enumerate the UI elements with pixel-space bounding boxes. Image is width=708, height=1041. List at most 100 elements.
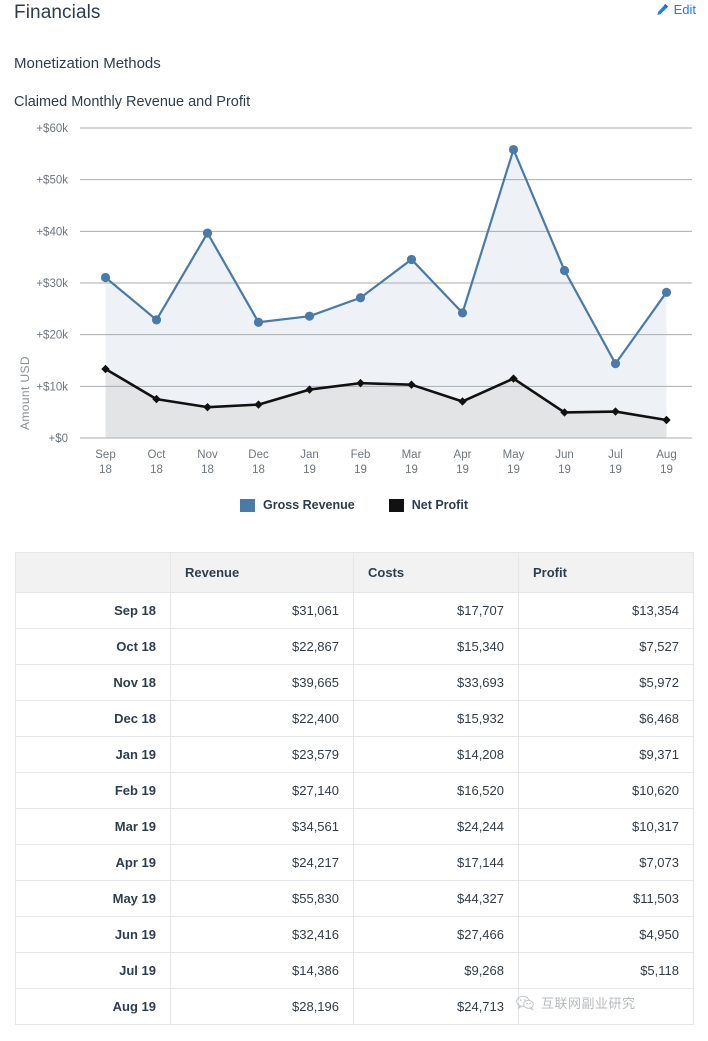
svg-text:Sep: Sep	[95, 449, 115, 461]
table-row: Mar 19 $34,561 $24,244 $10,317	[15, 808, 694, 845]
svg-text:+$20k: +$20k	[36, 330, 68, 342]
legend-swatch-gross-revenue	[240, 498, 256, 512]
table-row: Feb 19 $27,140 $16,520 $10,620	[15, 772, 694, 809]
cell-profit: $6,468	[518, 700, 694, 737]
row-label-month: Jun 19	[15, 916, 171, 953]
svg-text:19: 19	[609, 464, 622, 476]
pencil-icon	[656, 3, 669, 16]
cell-costs: $15,932	[353, 700, 519, 737]
svg-text:Mar: Mar	[402, 449, 422, 461]
row-label-month: Oct 18	[15, 628, 171, 665]
svg-text:+$0: +$0	[48, 433, 68, 445]
y-axis-label: Amount USD	[18, 356, 32, 431]
legend-item-gross-revenue[interactable]: Gross Revenue	[240, 498, 355, 512]
svg-text:Aug: Aug	[656, 449, 676, 461]
cell-costs: $24,713	[353, 988, 519, 1025]
legend-label-gross-revenue: Gross Revenue	[263, 498, 355, 512]
svg-text:+$40k: +$40k	[36, 226, 68, 238]
cell-costs: $24,244	[353, 808, 519, 845]
svg-text:Oct: Oct	[148, 449, 167, 461]
edit-label: Edit	[673, 2, 696, 17]
row-label-month: May 19	[15, 880, 171, 917]
cell-profit	[518, 988, 694, 1025]
table-header-row: Revenue Costs Profit	[15, 552, 694, 593]
svg-text:18: 18	[150, 464, 163, 476]
table-row: Aug 19 $28,196 $24,713	[15, 988, 694, 1025]
svg-text:18: 18	[201, 464, 214, 476]
table-row: Apr 19 $24,217 $17,144 $7,073	[15, 844, 694, 881]
cell-profit: $7,073	[518, 844, 694, 881]
cell-revenue: $34,561	[170, 808, 354, 845]
svg-text:+$30k: +$30k	[36, 278, 68, 290]
cell-revenue: $31,061	[170, 592, 354, 629]
svg-text:Nov: Nov	[197, 449, 218, 461]
edit-button[interactable]: Edit	[656, 2, 696, 17]
svg-text:+$50k: +$50k	[36, 175, 68, 187]
cell-revenue: $23,579	[170, 736, 354, 773]
cell-revenue: $24,217	[170, 844, 354, 881]
cell-profit: $10,620	[518, 772, 694, 809]
cell-revenue: $32,416	[170, 916, 354, 953]
column-header-month	[15, 552, 171, 593]
cell-costs: $44,327	[353, 880, 519, 917]
cell-profit: $13,354	[518, 592, 694, 629]
financials-page: Financials Edit Monetization Methods Cla…	[0, 0, 708, 1041]
cell-profit: $5,118	[518, 952, 694, 989]
svg-text:+$10k: +$10k	[36, 381, 68, 393]
svg-text:19: 19	[354, 464, 367, 476]
table-row: Jun 19 $32,416 $27,466 $4,950	[15, 916, 694, 953]
cell-revenue: $55,830	[170, 880, 354, 917]
cell-revenue: $22,867	[170, 628, 354, 665]
cell-profit: $9,371	[518, 736, 694, 773]
cell-revenue: $39,665	[170, 664, 354, 701]
table-row: Sep 18 $31,061 $17,707 $13,354	[15, 592, 694, 629]
row-label-month: Dec 18	[15, 700, 171, 737]
cell-profit: $4,950	[518, 916, 694, 953]
cell-costs: $27,466	[353, 916, 519, 953]
svg-text:Jul: Jul	[608, 449, 623, 461]
svg-text:19: 19	[303, 464, 316, 476]
row-label-month: Feb 19	[15, 772, 171, 809]
svg-text:19: 19	[456, 464, 469, 476]
row-label-month: Jan 19	[15, 736, 171, 773]
svg-text:Feb: Feb	[351, 449, 371, 461]
row-label-month: Jul 19	[15, 952, 171, 989]
legend-label-net-profit: Net Profit	[411, 498, 468, 512]
chart-legend: Gross Revenue Net Profit	[0, 498, 708, 512]
chart-canvas: +$0 +$10k +$20k +$30k +$40k +$50k +$60k Sep 18 Oc…	[36, 123, 692, 476]
legend-item-net-profit[interactable]: Net Profit	[388, 498, 468, 512]
cell-revenue: $27,140	[170, 772, 354, 809]
table-body: Sep 18 $31,061 $17,707 $13,354 Oct 18 $22,867…	[15, 592, 694, 1025]
svg-text:18: 18	[252, 464, 265, 476]
svg-text:Dec: Dec	[248, 449, 269, 461]
column-header-profit: Profit	[518, 552, 694, 593]
cell-revenue: $14,386	[170, 952, 354, 989]
cell-profit: $7,527	[518, 628, 694, 665]
row-label-month: Aug 19	[15, 988, 171, 1025]
cell-profit: $5,972	[518, 664, 694, 701]
table-row: Jul 19 $14,386 $9,268 $5,118	[15, 952, 694, 989]
svg-text:19: 19	[558, 464, 571, 476]
svg-text:Jan: Jan	[300, 449, 319, 461]
column-header-costs: Costs	[353, 552, 519, 593]
row-label-month: Nov 18	[15, 664, 171, 701]
cell-costs: $15,340	[353, 628, 519, 665]
financials-table-wrap: Revenue Costs Profit Sep 18 $31,061 $17,70…	[15, 552, 694, 1025]
svg-text:18: 18	[99, 464, 112, 476]
row-label-month: Mar 19	[15, 808, 171, 845]
svg-text:19: 19	[507, 464, 520, 476]
page-title: Financials	[14, 2, 101, 23]
table-row: Jan 19 $23,579 $14,208 $9,371	[15, 736, 694, 773]
row-label-month: Apr 19	[15, 844, 171, 881]
column-header-revenue: Revenue	[170, 552, 354, 593]
cell-costs: $16,520	[353, 772, 519, 809]
revenue-profit-chart: Amount USD +$0 +$10k +$20k +$30k +$40k +$50k +…	[0, 118, 708, 528]
chart-title: Claimed Monthly Revenue and Profit	[14, 94, 251, 110]
cell-profit: $10,317	[518, 808, 694, 845]
cell-revenue: $28,196	[170, 988, 354, 1025]
svg-text:Jun: Jun	[555, 449, 574, 461]
svg-text:19: 19	[405, 464, 418, 476]
svg-text:19: 19	[660, 464, 673, 476]
row-label-month: Sep 18	[15, 592, 171, 629]
svg-text:May: May	[503, 449, 525, 461]
